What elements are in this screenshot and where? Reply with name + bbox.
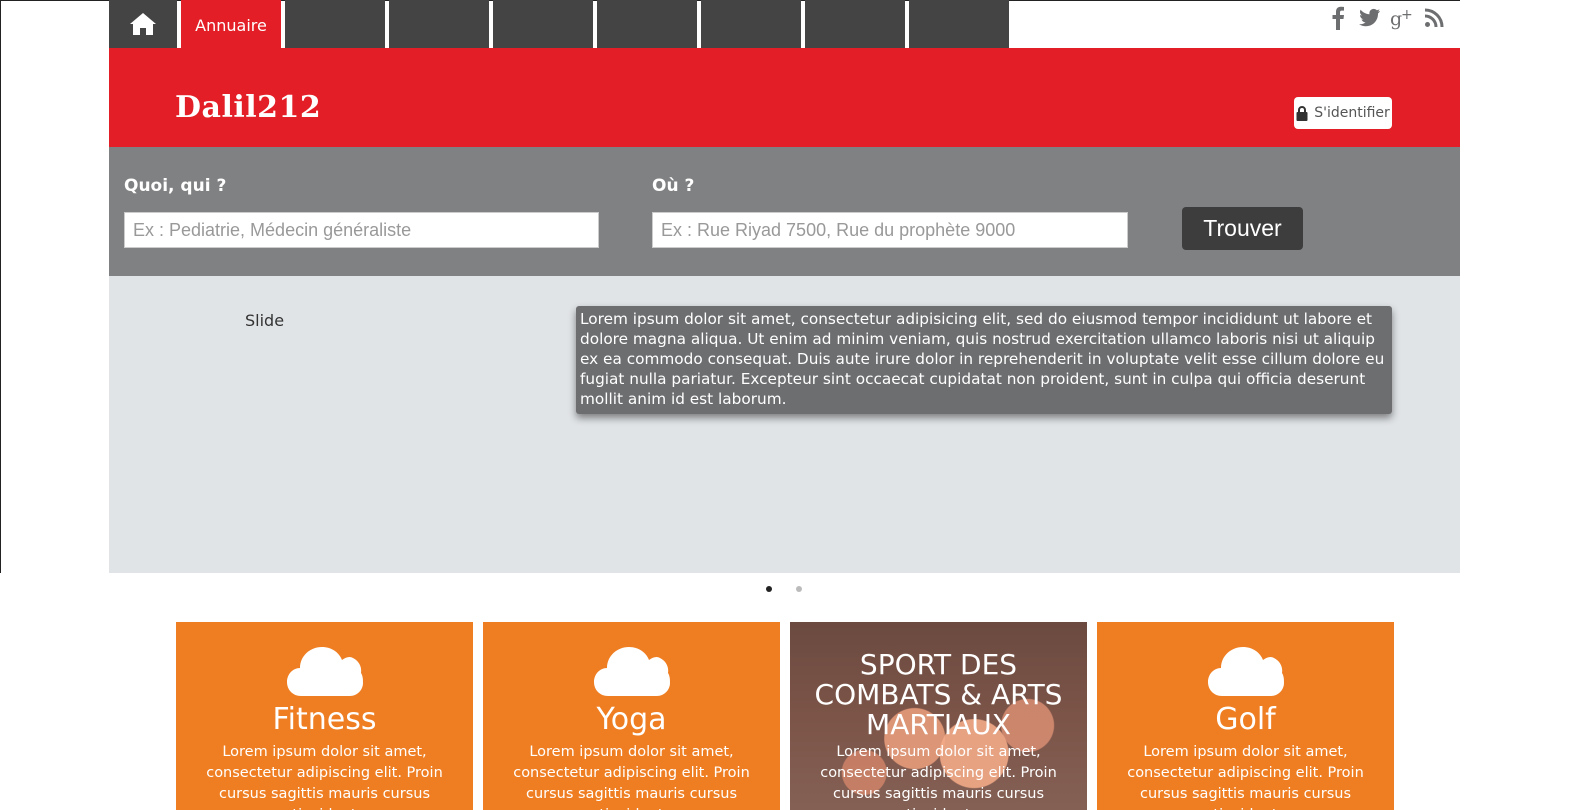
card-title: Fitness xyxy=(272,702,377,737)
card-fitness[interactable]: Fitness Lorem ipsum dolor sit amet, cons… xyxy=(176,622,473,810)
what-label: Quoi, qui ? xyxy=(124,176,227,196)
page-left-border xyxy=(0,0,1,573)
category-cards: Fitness Lorem ipsum dolor sit amet, cons… xyxy=(176,622,1394,810)
nav-home[interactable] xyxy=(109,0,177,48)
twitter-icon[interactable] xyxy=(1358,6,1382,30)
rss-icon[interactable] xyxy=(1422,6,1446,30)
card-text: Lorem ipsum dolor sit amet, consectetur … xyxy=(1127,744,1364,810)
cloud-icon xyxy=(1207,647,1284,696)
nav-tab-2[interactable] xyxy=(285,0,385,48)
social-links: g + xyxy=(1326,6,1446,30)
lock-icon xyxy=(1296,105,1308,121)
slider-dot-1[interactable] xyxy=(766,586,772,592)
nav-tab-annuaire[interactable]: Annuaire xyxy=(181,0,281,49)
slide-caption: Lorem ipsum dolor sit amet, consectetur … xyxy=(576,306,1392,414)
slide-label: Slide xyxy=(245,311,285,330)
card-golf[interactable]: Golf Lorem ipsum dolor sit amet, consect… xyxy=(1097,622,1394,810)
slider-dots xyxy=(766,586,802,592)
nav-tab-5[interactable] xyxy=(597,0,697,48)
slider-dot-2[interactable] xyxy=(796,586,802,592)
where-label: Où ? xyxy=(652,176,695,196)
nav-tab-label: Annuaire xyxy=(195,15,267,35)
nav-tab-8[interactable] xyxy=(909,0,1009,48)
facebook-icon[interactable] xyxy=(1326,6,1350,30)
nav-tab-7[interactable] xyxy=(805,0,905,48)
google-plus-icon[interactable]: g + xyxy=(1390,6,1414,30)
nav-tab-3[interactable] xyxy=(389,0,489,48)
card-combat-sports[interactable]: SPORT DES COMBATS & ARTS MARTIAUX Lorem … xyxy=(790,622,1087,810)
svg-text:+: + xyxy=(1401,7,1413,23)
site-logo[interactable]: Dalil212 xyxy=(175,90,321,125)
card-text: Lorem ipsum dolor sit amet, consectetur … xyxy=(820,744,1057,810)
login-button[interactable]: S'identifier xyxy=(1294,97,1392,129)
card-title: Yoga xyxy=(596,702,667,737)
site-header: Dalil212 S'identifier xyxy=(109,48,1460,147)
nav-tab-4[interactable] xyxy=(493,0,593,48)
search-button[interactable]: Trouver xyxy=(1182,207,1303,250)
what-search-input[interactable] xyxy=(124,212,599,248)
card-text: Lorem ipsum dolor sit amet, consectetur … xyxy=(206,744,443,810)
card-yoga[interactable]: Yoga Lorem ipsum dolor sit amet, consect… xyxy=(483,622,780,810)
login-label: S'identifier xyxy=(1314,105,1390,121)
nav-tab-6[interactable] xyxy=(701,0,801,48)
card-title: SPORT DES COMBATS & ARTS MARTIAUX xyxy=(814,648,1063,741)
cloud-icon xyxy=(593,647,670,696)
search-panel: Quoi, qui ? Où ? Trouver xyxy=(109,147,1460,276)
card-text: Lorem ipsum dolor sit amet, consectetur … xyxy=(513,744,750,810)
home-icon xyxy=(130,13,156,35)
top-nav: Annuaire xyxy=(109,0,1013,49)
cloud-icon xyxy=(286,647,363,696)
slider: Slide Lorem ipsum dolor sit amet, consec… xyxy=(109,276,1460,573)
card-title: Golf xyxy=(1215,702,1276,737)
where-search-input[interactable] xyxy=(652,212,1128,248)
